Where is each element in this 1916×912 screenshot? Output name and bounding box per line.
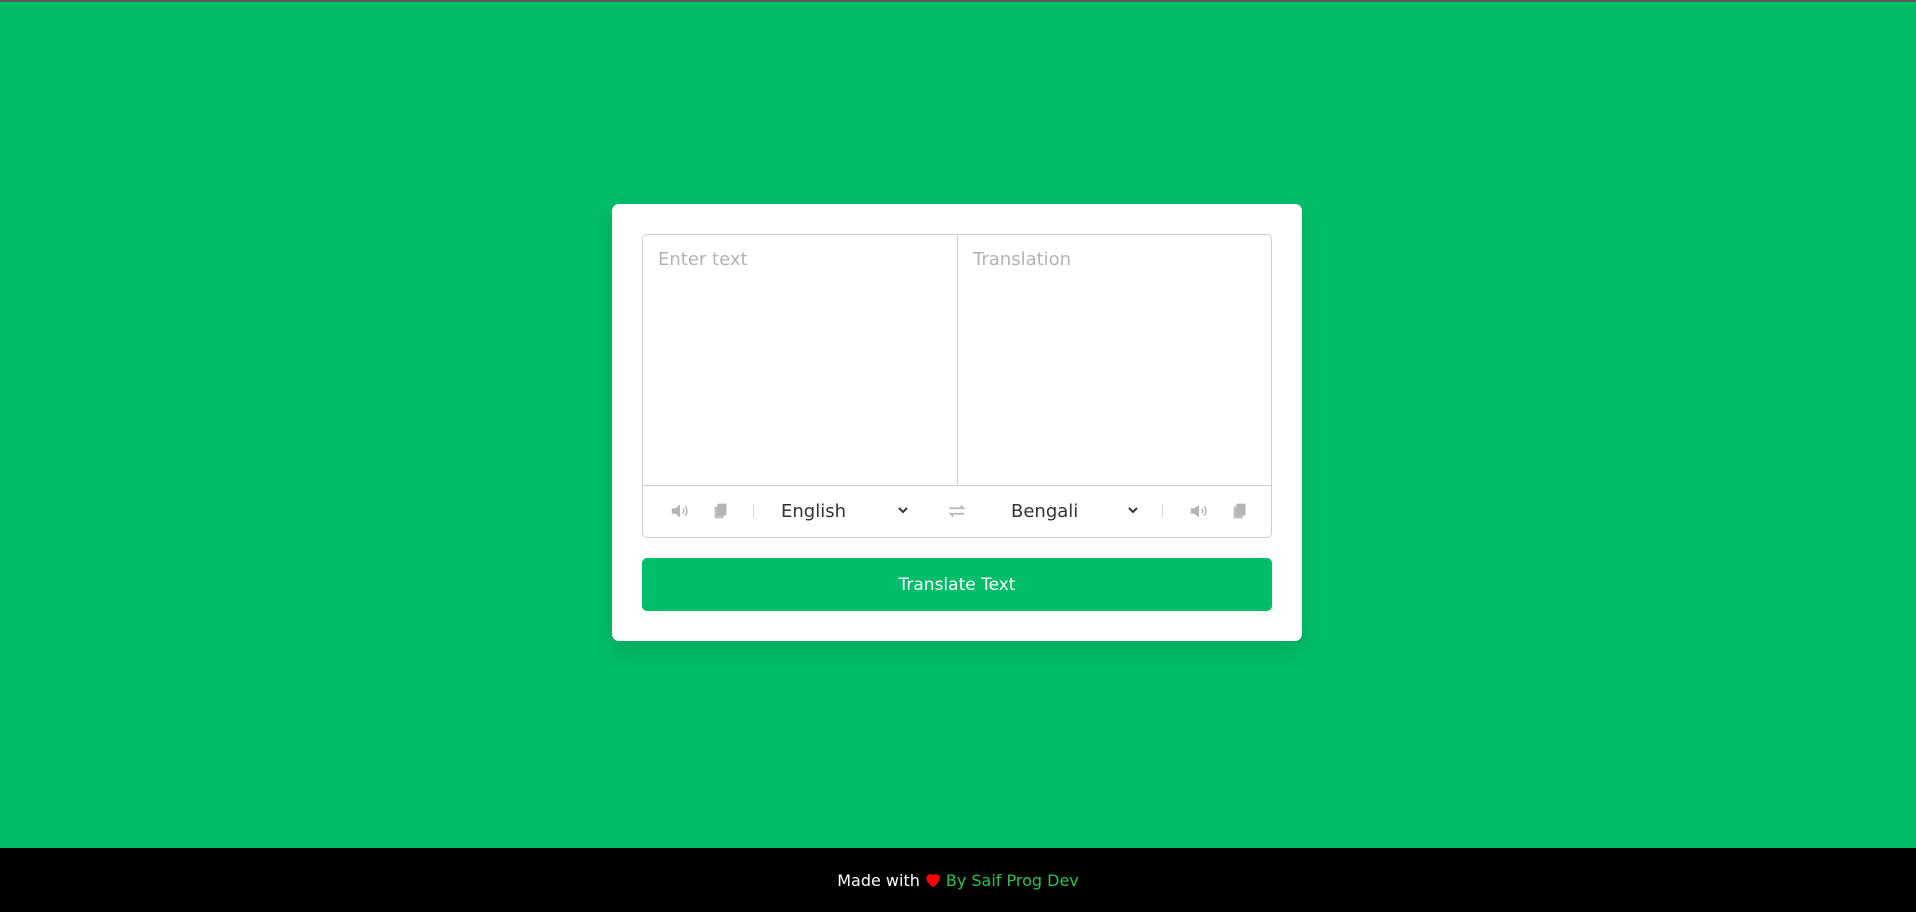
control-separator <box>1162 504 1163 518</box>
footer-author-link[interactable]: By Saif Prog Dev <box>946 871 1079 890</box>
page-background: English Bengali <box>0 2 1916 848</box>
source-language-select[interactable]: English <box>781 495 911 527</box>
language-controls: English Bengali <box>643 486 1271 537</box>
footer: Made with By Saif Prog Dev <box>0 848 1916 912</box>
translation-output[interactable] <box>958 235 1271 485</box>
source-volume-icon[interactable] <box>669 500 691 522</box>
target-language-select[interactable]: Bengali <box>1011 495 1141 527</box>
translator-wrapper: English Bengali <box>642 234 1272 538</box>
heart-icon <box>924 872 942 888</box>
source-text-input[interactable] <box>643 235 958 485</box>
target-volume-icon[interactable] <box>1188 500 1210 522</box>
text-area-container <box>643 235 1271 486</box>
source-copy-icon[interactable] <box>710 500 732 522</box>
translate-button[interactable]: Translate Text <box>642 558 1272 611</box>
translator-card: English Bengali <box>612 204 1302 641</box>
footer-made-with: Made with <box>837 870 920 890</box>
control-separator <box>753 504 754 518</box>
target-copy-icon[interactable] <box>1229 500 1251 522</box>
exchange-icon[interactable] <box>946 500 968 522</box>
